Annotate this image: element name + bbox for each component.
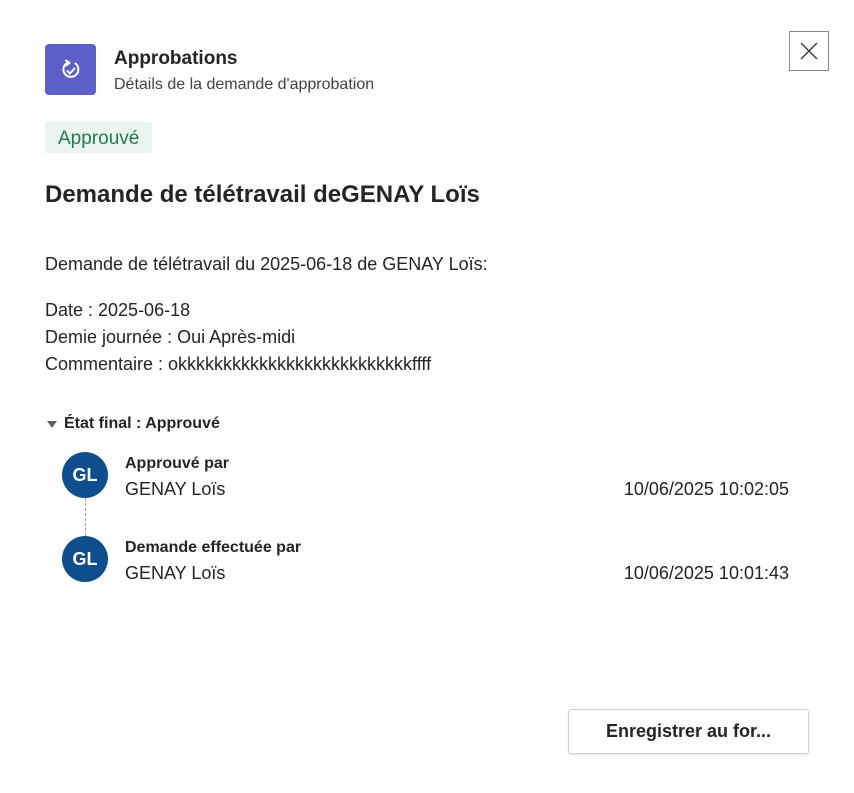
app-title: Approbations — [114, 48, 238, 69]
status-badge: Approuvé — [45, 122, 153, 153]
app-subtitle: Détails de la demande d'approbation — [114, 76, 375, 93]
request-timestamp: 10/06/2025 10:01:43 — [623, 563, 789, 583]
requester-name: GENAY Loïs — [125, 563, 226, 583]
timeline-connector — [85, 498, 86, 536]
requested-by-label: Demande effectuée par — [125, 539, 302, 556]
request-comment: Commentaire : okkkkkkkkkkkkkkkkkkkkkkkkk… — [45, 354, 432, 374]
close-button[interactable] — [789, 31, 829, 71]
approvals-icon — [61, 59, 79, 78]
close-icon — [800, 42, 818, 60]
approval-timestamp: 10/06/2025 10:02:05 — [623, 479, 789, 499]
avatar: GL — [62, 536, 108, 582]
request-half-day: Demie journée : Oui Après-midi — [45, 327, 296, 347]
request-intro: Demande de télétravail du 2025-06-18 de … — [45, 254, 488, 274]
approver-name: GENAY Loïs — [125, 479, 226, 499]
final-state-toggle[interactable]: État final : Approuvé — [45, 413, 220, 435]
final-state-label: État final : Approuvé — [64, 415, 220, 432]
approved-by-label: Approuvé par — [125, 455, 230, 472]
request-date: Date : 2025-06-18 — [45, 300, 191, 320]
avatar: GL — [62, 452, 108, 498]
approvals-app-icon — [45, 44, 96, 95]
request-title: Demande de télétravail deGENAY Loïs — [45, 181, 480, 208]
save-to-form-button[interactable]: Enregistrer au for... — [568, 709, 809, 754]
caret-down-icon — [47, 420, 57, 428]
